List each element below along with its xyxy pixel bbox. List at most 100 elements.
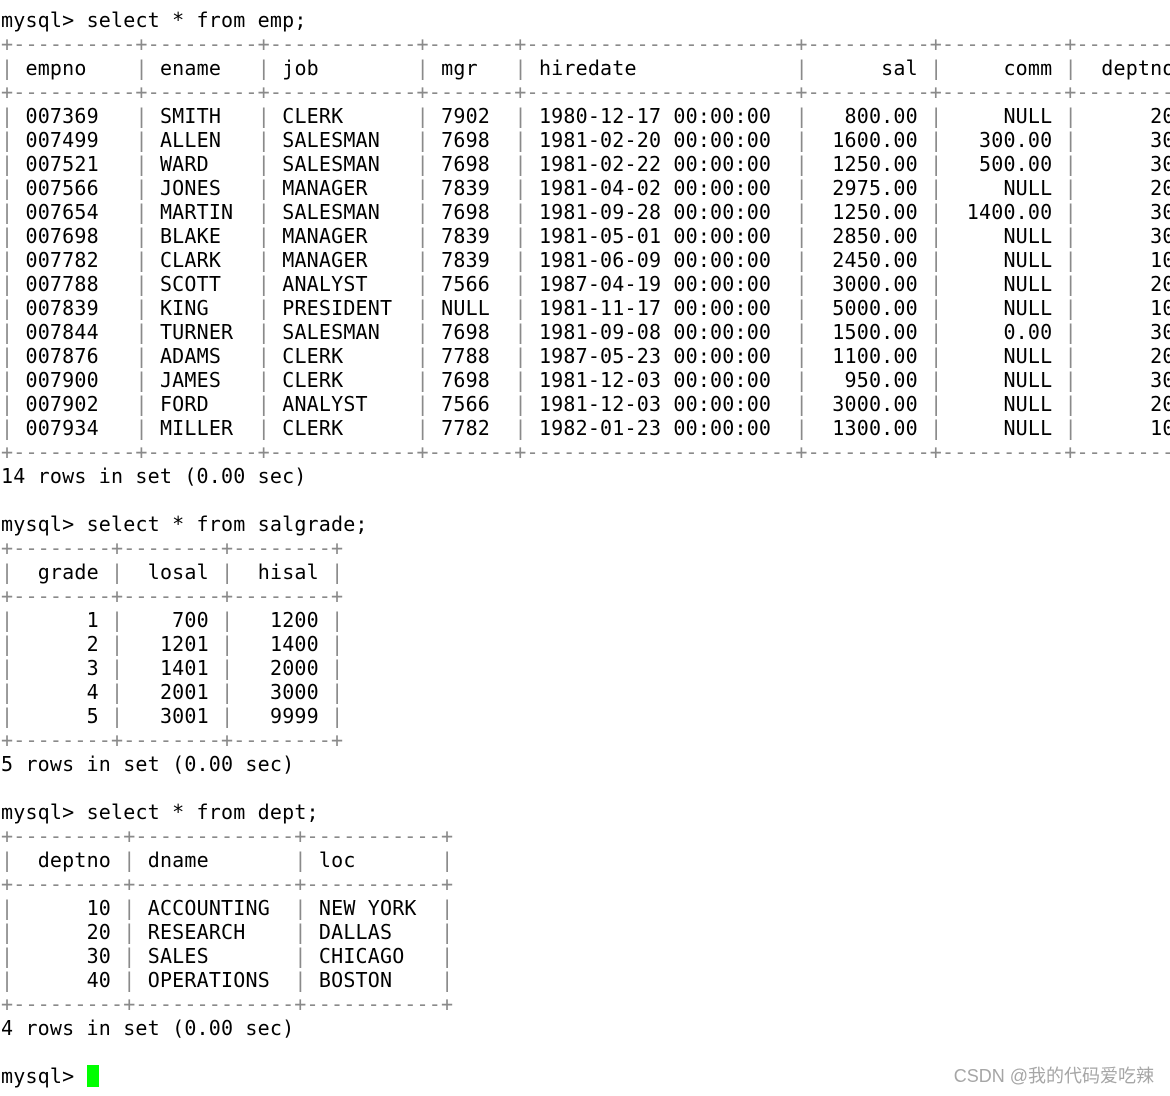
table-cell: SALESMAN bbox=[282, 128, 405, 152]
table-cell: 20 bbox=[25, 920, 112, 944]
table-cell: 20 bbox=[1089, 392, 1170, 416]
cell-padding bbox=[527, 152, 539, 176]
table-cell: 007499 bbox=[25, 128, 124, 152]
cell-padding bbox=[246, 248, 258, 272]
table-border-pipe: | bbox=[514, 392, 527, 416]
table-cell: 10 bbox=[1089, 296, 1170, 320]
cell-padding bbox=[13, 56, 25, 80]
table-border-pipe: | bbox=[930, 296, 943, 320]
cell-padding bbox=[319, 560, 331, 584]
table-border-pipe: | bbox=[221, 680, 234, 704]
table-border-pipe: | bbox=[1, 344, 14, 368]
table-border-pipe: | bbox=[123, 968, 136, 992]
mysql-prompt: mysql> bbox=[1, 800, 75, 824]
cell-padding bbox=[148, 56, 160, 80]
table-border-pipe: | bbox=[514, 200, 527, 224]
table-cell: 1981-12-03 00:00:00 bbox=[538, 368, 784, 392]
cell-padding bbox=[502, 248, 514, 272]
table-cell: 007566 bbox=[25, 176, 124, 200]
table-border: +---------+-------------+-----------+ bbox=[1, 824, 1170, 848]
cell-padding bbox=[942, 368, 954, 392]
table-cell: 1981-12-03 00:00:00 bbox=[538, 392, 784, 416]
column-header: sal bbox=[820, 56, 918, 80]
cell-padding bbox=[1052, 248, 1064, 272]
table-border-pipe: | bbox=[1, 896, 14, 920]
cell-padding bbox=[808, 320, 820, 344]
cell-padding bbox=[148, 200, 160, 224]
table-row: | 007698 | BLAKE | MANAGER | 7839 | 1981… bbox=[1, 224, 1170, 248]
cell-padding bbox=[429, 392, 441, 416]
cell-padding bbox=[404, 416, 416, 440]
table-cell: ANALYST bbox=[282, 272, 405, 296]
cell-padding bbox=[99, 704, 111, 728]
cell-padding bbox=[783, 248, 795, 272]
cell-padding bbox=[808, 248, 820, 272]
table-border-pipe: | bbox=[257, 416, 270, 440]
table-border-pipe: | bbox=[795, 344, 808, 368]
cell-padding bbox=[502, 392, 514, 416]
column-header: mgr bbox=[441, 56, 503, 80]
table-row: | 007782 | CLARK | MANAGER | 7839 | 1981… bbox=[1, 248, 1170, 272]
table-row: | 007654 | MARTIN | SALESMAN | 7698 | 19… bbox=[1, 200, 1170, 224]
cell-padding bbox=[918, 176, 930, 200]
cell-padding bbox=[111, 896, 123, 920]
cell-padding bbox=[111, 848, 123, 872]
cell-padding bbox=[319, 656, 331, 680]
table-border-pipe: | bbox=[1064, 176, 1077, 200]
cell-padding bbox=[148, 104, 160, 128]
table-cell: BLAKE bbox=[159, 224, 246, 248]
cell-padding bbox=[246, 272, 258, 296]
cell-padding bbox=[918, 416, 930, 440]
cell-padding bbox=[148, 128, 160, 152]
cell-padding bbox=[270, 104, 282, 128]
cell-padding bbox=[123, 224, 135, 248]
table-cell: 10 bbox=[1089, 416, 1170, 440]
table-border-pipe: | bbox=[1, 128, 14, 152]
table-border: +----------+---------+------------+-----… bbox=[1, 32, 1170, 56]
cell-padding bbox=[808, 200, 820, 224]
cell-padding bbox=[270, 320, 282, 344]
cell-padding bbox=[918, 344, 930, 368]
table-border-pipe: | bbox=[1, 632, 14, 656]
cell-padding bbox=[1077, 248, 1089, 272]
table-border: +---------+-------------+-----------+ bbox=[1, 872, 1170, 896]
result-summary: 5 rows in set (0.00 sec) bbox=[1, 752, 295, 776]
table-border-pipe: | bbox=[1, 416, 14, 440]
cell-padding bbox=[246, 200, 258, 224]
terminal-output: mysql> select * from emp; +----------+---… bbox=[0, 8, 1170, 1088]
cell-padding bbox=[270, 56, 282, 80]
cell-padding bbox=[123, 704, 135, 728]
cell-padding bbox=[502, 320, 514, 344]
table-row: | 007934 | MILLER | CLERK | 7782 | 1982-… bbox=[1, 416, 1170, 440]
table-border-pipe: | bbox=[135, 248, 148, 272]
cell-padding bbox=[1052, 56, 1064, 80]
table-cell: 7839 bbox=[441, 248, 503, 272]
table-border-pipe: | bbox=[294, 968, 307, 992]
cell-padding bbox=[246, 368, 258, 392]
mysql-prompt: mysql> bbox=[1, 8, 75, 32]
table-border-pipe: | bbox=[416, 392, 429, 416]
terminal-window[interactable]: mysql> select * from emp; +----------+---… bbox=[0, 8, 1170, 1096]
table-border-pipe: | bbox=[257, 344, 270, 368]
cell-padding bbox=[429, 920, 441, 944]
cell-padding bbox=[783, 128, 795, 152]
cell-padding bbox=[246, 296, 258, 320]
cell-padding bbox=[1077, 176, 1089, 200]
table-border-pipe: | bbox=[1064, 344, 1077, 368]
cell-padding bbox=[1052, 272, 1064, 296]
table-row: | 007844 | TURNER | SALESMAN | 7698 | 19… bbox=[1, 320, 1170, 344]
table-cell: ADAMS bbox=[159, 344, 246, 368]
cell-padding bbox=[942, 392, 954, 416]
cell-padding bbox=[942, 128, 954, 152]
table-header-row: | deptno | dname | loc | bbox=[1, 848, 1170, 872]
cell-padding bbox=[123, 560, 135, 584]
cell-padding bbox=[808, 152, 820, 176]
cell-padding bbox=[123, 104, 135, 128]
table-border-pipe: | bbox=[257, 296, 270, 320]
cell-padding bbox=[808, 296, 820, 320]
table-cell: SMITH bbox=[159, 104, 246, 128]
cell-padding bbox=[942, 320, 954, 344]
cell-padding bbox=[1077, 224, 1089, 248]
table-cell: 700 bbox=[135, 608, 209, 632]
